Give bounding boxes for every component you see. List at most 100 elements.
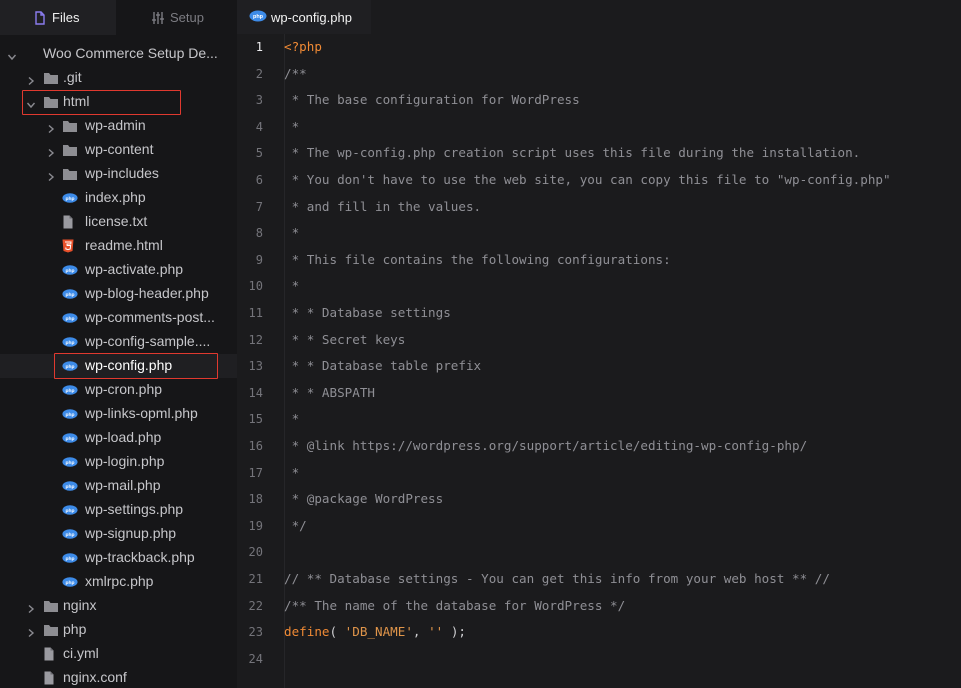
code-line[interactable]: 14 * * ABSPATH bbox=[237, 380, 961, 407]
svg-text:php: php bbox=[66, 460, 75, 466]
code-token: * bbox=[284, 464, 300, 480]
line-number: 4 bbox=[255, 119, 263, 134]
line-number: 21 bbox=[248, 572, 263, 586]
tree-item-readme-html[interactable]: readme.html bbox=[0, 234, 237, 258]
code-token: * * ABSPATH bbox=[284, 384, 375, 400]
code-line-text: */ bbox=[284, 518, 307, 533]
editor-tab-label: wp-config.php bbox=[271, 9, 352, 25]
code-token: * bbox=[284, 411, 300, 427]
tree-item-nginx[interactable]: nginx bbox=[0, 594, 237, 618]
code-line-text: * bbox=[284, 464, 300, 480]
folder-icon bbox=[43, 95, 59, 109]
tree-item-wp-comments-post[interactable]: php wp-comments-post... bbox=[0, 306, 237, 330]
code-token: * The base configuration for WordPress bbox=[284, 92, 580, 108]
tree-item-label: license.txt bbox=[85, 213, 148, 229]
svg-text:php: php bbox=[66, 436, 75, 442]
tree-item-git[interactable]: .git bbox=[0, 66, 237, 90]
chevron-right-icon[interactable] bbox=[26, 73, 36, 86]
folder-icon bbox=[43, 599, 59, 613]
tree-item-wp-config-php[interactable]: php wp-config.php bbox=[0, 354, 237, 378]
tree-item-woo-commerce-setup-de[interactable]: Woo Commerce Setup De... bbox=[0, 42, 237, 66]
code-line[interactable]: 4 * bbox=[237, 114, 961, 141]
tree-item-wp-includes[interactable]: wp-includes bbox=[0, 162, 237, 186]
code-line[interactable]: 21 // ** Database settings - You can get … bbox=[237, 566, 961, 593]
tree-item-label: .git bbox=[63, 69, 82, 85]
svg-text:php: php bbox=[66, 292, 75, 298]
tree-item-ci-yml[interactable]: ci.yml bbox=[0, 642, 237, 666]
svg-text:php: php bbox=[66, 556, 75, 562]
chevron-right-icon[interactable] bbox=[26, 625, 36, 638]
tree-item-wp-cron-php[interactable]: php wp-cron.php bbox=[0, 378, 237, 402]
code-line[interactable]: 3 * The base configuration for WordPress bbox=[237, 87, 961, 114]
code-line-text: * bbox=[284, 225, 300, 241]
code-line-text: // ** Database settings - You can get th… bbox=[284, 571, 830, 586]
tree-item-index-php[interactable]: php index.php bbox=[0, 186, 237, 210]
tree-item-wp-config-sample[interactable]: php wp-config-sample.... bbox=[0, 330, 237, 354]
code-line[interactable]: 6 * You don't have to use the web site, … bbox=[237, 167, 961, 194]
tree-item-html[interactable]: html bbox=[0, 90, 237, 114]
code-line[interactable]: 23 define( 'DB_NAME', '' ); bbox=[237, 619, 961, 646]
tab-setup-label: Setup bbox=[170, 10, 204, 25]
chevron-right-icon[interactable] bbox=[26, 601, 36, 614]
code-line-text: * bbox=[284, 411, 300, 427]
tree-item-wp-blog-header-php[interactable]: php wp-blog-header.php bbox=[0, 282, 237, 306]
code-line[interactable]: 24 bbox=[237, 646, 961, 673]
svg-text:php: php bbox=[66, 484, 75, 490]
tree-item-label: ci.yml bbox=[63, 645, 99, 661]
tree-item-label: wp-login.php bbox=[85, 453, 165, 469]
tree-item-license-txt[interactable]: license.txt bbox=[0, 210, 237, 234]
tree-item-wp-login-php[interactable]: php wp-login.php bbox=[0, 450, 237, 474]
code-token: 'DB_NAME' bbox=[344, 624, 413, 640]
code-token: <?php bbox=[284, 39, 322, 54]
chevron-down-icon[interactable] bbox=[7, 49, 17, 61]
tree-item-label: wp-cron.php bbox=[85, 381, 163, 397]
tab-setup[interactable]: Setup bbox=[116, 0, 237, 35]
tree-item-wp-mail-php[interactable]: php wp-mail.php bbox=[0, 474, 237, 498]
tree-item-wp-admin[interactable]: wp-admin bbox=[0, 114, 237, 138]
tree-item-php[interactable]: php bbox=[0, 618, 237, 642]
code-line[interactable]: 9 * This file contains the following con… bbox=[237, 247, 961, 274]
line-number: 11 bbox=[248, 306, 263, 320]
code-line[interactable]: 12 * * Secret keys bbox=[237, 327, 961, 354]
code-line[interactable]: 17 * bbox=[237, 460, 961, 487]
code-area[interactable]: 1 <?php 2 /** 3 * The base configuration for… bbox=[237, 34, 961, 688]
code-token: /** bbox=[284, 65, 307, 81]
code-line[interactable]: 2 /** bbox=[237, 61, 961, 88]
code-line[interactable]: 13 * * Database table prefix bbox=[237, 353, 961, 380]
code-token: * bbox=[284, 225, 300, 241]
chevron-right-icon[interactable] bbox=[46, 121, 56, 134]
tree-item-xmlrpc-php[interactable]: php xmlrpc.php bbox=[0, 570, 237, 594]
tree-item-wp-content[interactable]: wp-content bbox=[0, 138, 237, 162]
code-line[interactable]: 1 <?php bbox=[237, 34, 961, 61]
code-line[interactable]: 10 * bbox=[237, 273, 961, 300]
chevron-down-icon[interactable] bbox=[26, 97, 36, 109]
code-line[interactable]: 15 * bbox=[237, 406, 961, 433]
tree-item-label: wp-content bbox=[85, 141, 154, 157]
code-line[interactable]: 16 * @link https://wordpress.org/support… bbox=[237, 433, 961, 460]
chevron-right-icon[interactable] bbox=[46, 169, 56, 182]
tab-files[interactable]: Files bbox=[0, 0, 116, 35]
code-line[interactable]: 5 * The wp-config.php creation script us… bbox=[237, 140, 961, 167]
tree-item-wp-links-opml-php[interactable]: php wp-links-opml.php bbox=[0, 402, 237, 426]
line-number: 10 bbox=[248, 279, 263, 294]
code-line[interactable]: 7 * and fill in the values. bbox=[237, 194, 961, 221]
chevron-right-icon[interactable] bbox=[46, 145, 56, 158]
tree-item-label: wp-load.php bbox=[85, 429, 162, 445]
tree-item-wp-load-php[interactable]: php wp-load.php bbox=[0, 426, 237, 450]
code-line[interactable]: 20 bbox=[237, 539, 961, 566]
tree-item-wp-activate-php[interactable]: php wp-activate.php bbox=[0, 258, 237, 282]
code-token: define bbox=[284, 624, 330, 640]
tree-item-nginx-conf[interactable]: nginx.conf bbox=[0, 666, 237, 688]
tree-item-label: wp-signup.php bbox=[85, 525, 177, 541]
sidebar-tabs: Files Setup bbox=[0, 0, 237, 35]
editor-tab-wp-config[interactable]: php wp-config.php bbox=[237, 0, 371, 34]
tree-item-wp-settings-php[interactable]: php wp-settings.php bbox=[0, 498, 237, 522]
code-line[interactable]: 19 */ bbox=[237, 513, 961, 540]
tree-item-label: wp-config-sample.... bbox=[85, 333, 211, 349]
code-line[interactable]: 8 * bbox=[237, 220, 961, 247]
tree-item-wp-trackback-php[interactable]: php wp-trackback.php bbox=[0, 546, 237, 570]
tree-item-wp-signup-php[interactable]: php wp-signup.php bbox=[0, 522, 237, 546]
code-line[interactable]: 22 /** The name of the database for WordP… bbox=[237, 593, 961, 620]
code-line[interactable]: 18 * @package WordPress bbox=[237, 486, 961, 513]
code-line[interactable]: 11 * * Database settings bbox=[237, 300, 961, 327]
